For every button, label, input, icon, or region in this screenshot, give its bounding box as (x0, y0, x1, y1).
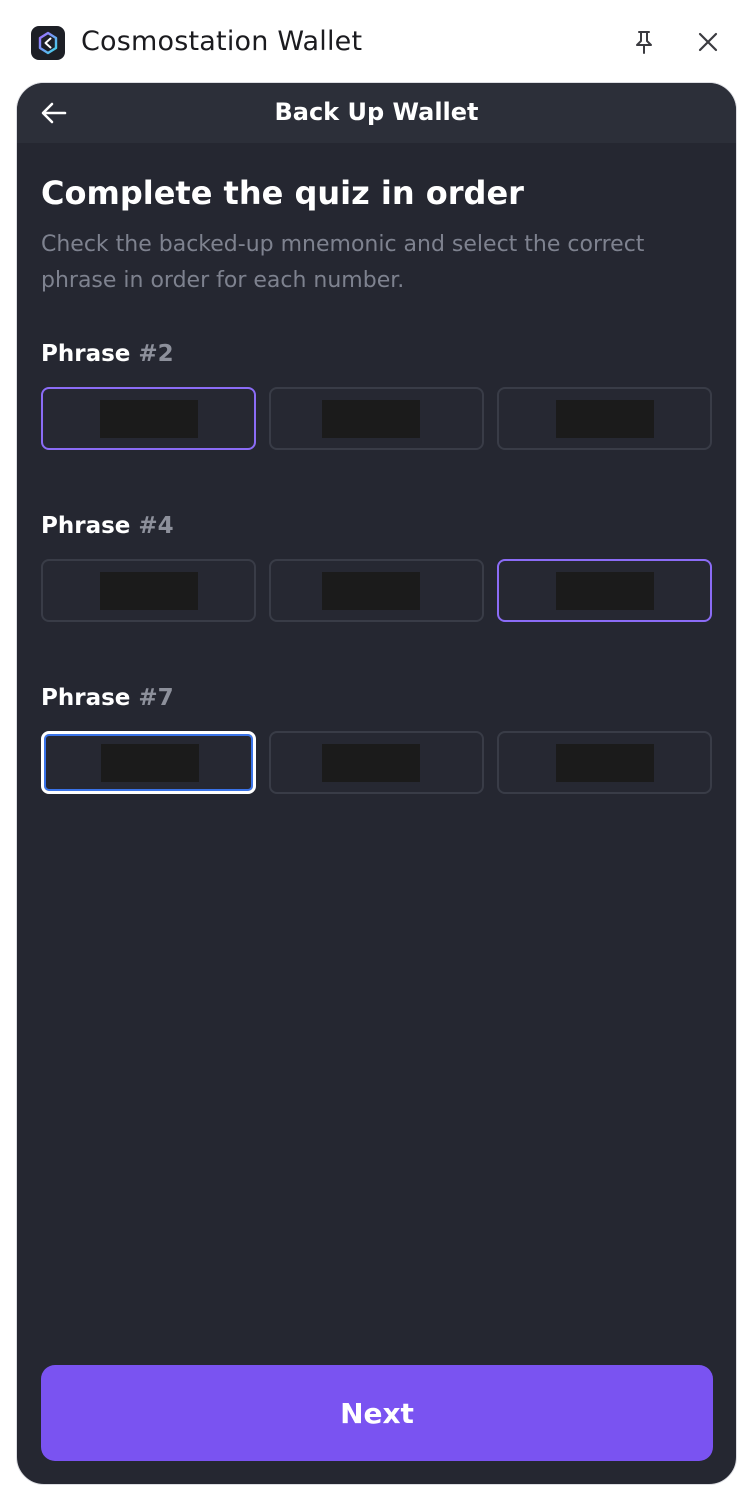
redacted-word (322, 571, 420, 610)
cosmostation-logo-icon (31, 26, 65, 60)
phrase-option[interactable] (269, 731, 484, 794)
quiz-heading: Complete the quiz in order (41, 174, 524, 212)
pin-button[interactable] (626, 24, 662, 60)
phrase-option[interactable] (497, 559, 712, 622)
close-panel-button[interactable] (690, 24, 726, 60)
phrase-options (41, 731, 713, 794)
wallet-topbar: Back Up Wallet (17, 83, 736, 143)
phrase-number: #4 (138, 513, 174, 539)
phrase-option[interactable] (41, 731, 256, 794)
redacted-word (322, 399, 420, 438)
phrase-options (41, 387, 713, 450)
side-panel-header: Cosmostation Wallet (0, 0, 754, 84)
redacted-word (322, 743, 420, 782)
redacted-word (101, 743, 199, 782)
phrase-option[interactable] (497, 731, 712, 794)
phrase-label-text: Phrase (41, 513, 131, 539)
redacted-word (100, 571, 198, 610)
app-title: Cosmostation Wallet (81, 26, 363, 57)
pin-icon (636, 31, 652, 54)
phrase-option[interactable] (269, 387, 484, 450)
page-title: Back Up Wallet (274, 98, 479, 126)
phrase-label: Phrase #7 (41, 683, 713, 713)
phrase-quiz-7: Phrase #7 (41, 683, 713, 794)
quiz-intro: Complete the quiz in order Check the bac… (41, 173, 713, 299)
close-icon (698, 32, 718, 52)
phrase-option[interactable] (269, 559, 484, 622)
quiz-description: Check the backed-up mnemonic and select … (41, 232, 645, 293)
redacted-word (556, 743, 654, 782)
wallet-popup: Back Up Wallet Complete the quiz in orde… (16, 82, 737, 1485)
phrase-option[interactable] (41, 387, 256, 450)
phrase-options (41, 559, 713, 622)
next-button[interactable]: Next (41, 1365, 713, 1461)
phrase-number: #7 (138, 685, 174, 711)
phrase-quiz-2: Phrase #2 (41, 339, 713, 450)
phrase-number: #2 (138, 341, 174, 367)
phrase-option[interactable] (41, 559, 256, 622)
redacted-word (556, 571, 654, 610)
redacted-word (556, 399, 654, 438)
phrase-label-text: Phrase (41, 685, 131, 711)
phrase-label-text: Phrase (41, 341, 131, 367)
phrase-quiz-4: Phrase #4 (41, 511, 713, 622)
phrase-label: Phrase #2 (41, 339, 713, 369)
phrase-option[interactable] (497, 387, 712, 450)
phrase-label: Phrase #4 (41, 511, 713, 541)
redacted-word (100, 399, 198, 438)
